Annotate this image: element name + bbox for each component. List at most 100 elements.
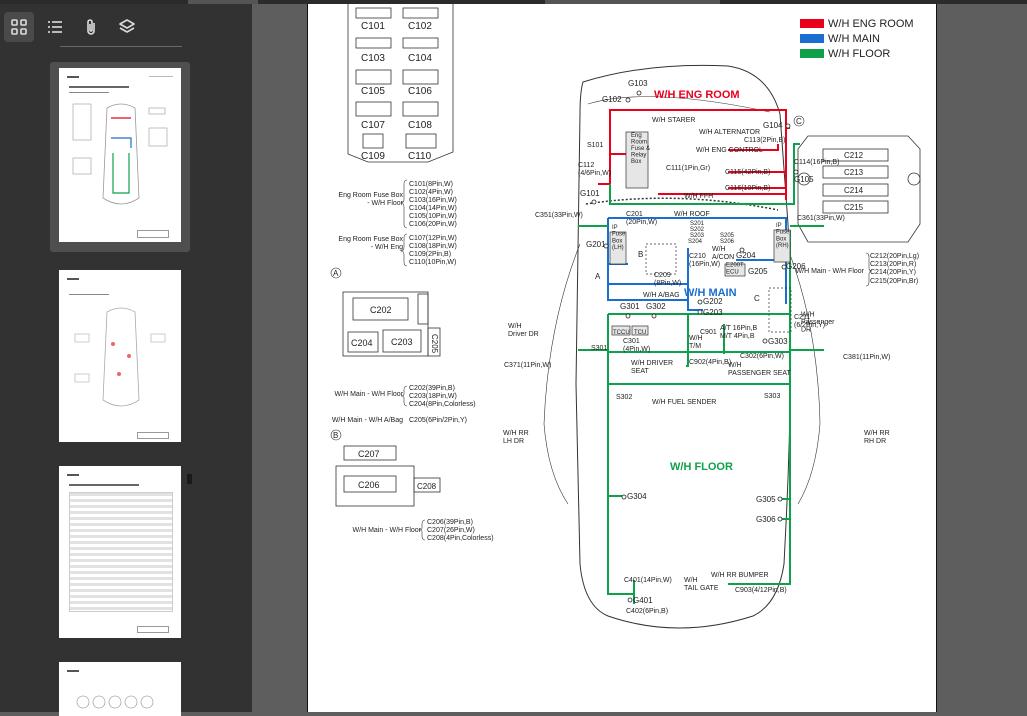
fuse-box-eng-eng: Eng Room Fuse Box - W/H Eng C107(12Pin,W)…	[338, 233, 457, 267]
fuse-box-eng-floor: Eng Room Fuse Box - W/H Floor C101(8Pin,W…	[338, 179, 457, 229]
detail-b-labels: W/H Main - W/H Floor C206(39Pin,B) C207(…	[353, 519, 494, 542]
svg-text:G204: G204	[736, 251, 756, 260]
document-viewer[interactable]: W/H ENG ROOM W/H MAIN W/H FLOOR C101 C10…	[252, 4, 1027, 712]
conn-list-item: C109(2Pin,B)	[409, 251, 451, 258]
svg-text:S301: S301	[591, 345, 607, 352]
svg-text:G401: G401	[633, 596, 653, 605]
svg-text:C205(6Pin/2Pin,Y): C205(6Pin/2Pin,Y)	[409, 417, 467, 424]
svg-text:G103: G103	[628, 79, 648, 88]
legend-swatch-main	[800, 34, 824, 43]
svg-text:G202: G202	[703, 297, 723, 306]
detail-b: B C207 C206 C208	[330, 429, 441, 507]
svg-text:C201(20Pin,W): C201 (20Pin,W)	[626, 211, 657, 226]
conn-label: C110	[408, 151, 432, 162]
conn-label: C102	[408, 21, 432, 32]
grid-icon	[11, 19, 27, 35]
legend-swatch-floor	[800, 49, 824, 58]
svg-text:W/H RRLH DR: W/H RR LH DR	[503, 430, 529, 445]
svg-text:C113(2Pin,B): C113(2Pin,B)	[744, 137, 786, 144]
wiring-diagram: W/H ENG ROOM W/H MAIN W/H FLOOR C101 C10…	[330, 4, 921, 629]
svg-text:W/HDriver DR: W/H Driver DR	[508, 323, 539, 338]
svg-text:W/HTAIL GATE: W/H TAIL GATE	[684, 577, 719, 592]
conn-list-item: C106(20Pin,W)	[409, 221, 457, 228]
svg-text:G201: G201	[586, 240, 606, 249]
svg-text:G101: G101	[580, 189, 600, 198]
svg-text:W/HT/M: W/H T/M	[689, 335, 703, 350]
svg-text:C402(6Pin,B): C402(6Pin,B)	[626, 608, 668, 615]
svg-text:C301(4Pin,W): C301 (4Pin,W)	[623, 338, 650, 353]
svg-text:G304: G304	[627, 492, 647, 501]
attachments-button[interactable]	[76, 12, 106, 42]
svg-text:S302: S302	[616, 394, 632, 401]
svg-text:C381(11Pin,W): C381(11Pin,W)	[843, 354, 890, 361]
conn-label: C106	[408, 86, 432, 97]
svg-text:C207: C207	[358, 449, 380, 459]
svg-text:M/T 4Pin,B: M/T 4Pin,B	[720, 333, 755, 340]
svg-text:G105: G105	[794, 175, 814, 184]
conn-list-item: C105(10Pin,W)	[409, 213, 457, 220]
legend-label-main: W/H MAIN	[828, 33, 880, 45]
svg-text:C205: C205	[430, 334, 439, 354]
svg-text:G104: G104	[763, 121, 783, 130]
thumbnail-page-image	[59, 662, 181, 716]
layers-button[interactable]	[112, 12, 142, 42]
svg-text:W/H STARER: W/H STARER	[652, 117, 695, 124]
svg-text:G203: G203	[703, 308, 723, 317]
svg-text:S206: S206	[720, 239, 735, 245]
svg-text:W/H ENG CONTROL: W/H ENG CONTROL	[696, 147, 763, 154]
svg-text:C361(33Pin,W): C361(33Pin,W)	[797, 215, 845, 222]
conn-list-item: C107(12Pin,W)	[409, 235, 457, 242]
svg-text:C213(20Pin,R): C213(20Pin,R)	[870, 261, 916, 268]
thumbnail-page-image	[59, 68, 181, 242]
svg-text:W/HPASSENGER SEAT: W/H PASSENGER SEAT	[728, 362, 791, 377]
conn-label: C101	[361, 21, 385, 32]
svg-text:W/H DRIVERSEAT: W/H DRIVER SEAT	[631, 360, 673, 375]
conn-list-item: C110(10Pin,W)	[409, 259, 456, 266]
conn-list-item: C102(4Pin,W)	[409, 189, 453, 196]
page-thumbnail[interactable]	[50, 660, 190, 716]
outline-button[interactable]	[40, 12, 70, 42]
svg-text:A/T 16Pin,B: A/T 16Pin,B	[720, 325, 758, 332]
sidebar-divider	[60, 46, 182, 47]
svg-text:C371(11Pin,W): C371(11Pin,W)	[504, 362, 551, 369]
svg-text:C208: C208	[417, 482, 437, 491]
svg-text:C351(33Pin,W): C351(33Pin,W)	[535, 212, 583, 219]
svg-text:C903(4/12Pin,B): C903(4/12Pin,B)	[735, 587, 787, 594]
svg-text:S303: S303	[764, 393, 780, 400]
svg-text:C212(20Pin,Lg): C212(20Pin,Lg)	[870, 253, 919, 260]
svg-text:S204: S204	[688, 239, 703, 245]
pdf-page: W/H ENG ROOM W/H MAIN W/H FLOOR C101 C10…	[307, 4, 937, 712]
svg-text:W/H FUEL SENDER: W/H FUEL SENDER	[652, 399, 716, 406]
svg-text:W/HA/CON: W/H A/CON	[712, 246, 734, 261]
conn-label: C109	[361, 151, 385, 162]
conn-list-item: C104(14Pin,W)	[409, 205, 457, 212]
svg-text:C213: C213	[844, 168, 864, 177]
svg-text:W/H ALTERNATOR: W/H ALTERNATOR	[699, 129, 760, 136]
svg-text:G303: G303	[768, 337, 788, 346]
fuse-box-title: Eng Room Fuse Box - W/H Eng	[338, 236, 403, 251]
svg-text:W/H A/BAG: W/H A/BAG	[643, 292, 680, 299]
diagram-labels: G103 G102 W/H STARER S101 Eng Room Fuse & R…	[503, 79, 890, 615]
svg-text:W/H Main - W/H Floor: W/H Main - W/H Floor	[353, 527, 422, 534]
svg-text:G206: G206	[786, 262, 806, 271]
connector-box-labels: C101 C102 C103 C104 C105 C106 C107 C108 …	[361, 21, 432, 162]
page-thumbnail-selected[interactable]	[50, 62, 190, 252]
page-thumbnail[interactable]	[50, 268, 192, 484]
svg-text:G302: G302	[646, 302, 666, 311]
svg-text:C116(10Pin,B): C116(10Pin,B)	[725, 185, 770, 192]
page-thumbnail[interactable]	[50, 464, 190, 644]
svg-text:W/H RR BUMPER: W/H RR BUMPER	[711, 572, 769, 579]
conn-label: C103	[361, 53, 385, 64]
svg-text:TCCU: TCCU	[613, 330, 630, 336]
detail-c-labels: W/H Main - W/H Floor C212(20Pin,Lg) C213…	[796, 252, 919, 287]
conn-label: C105	[361, 86, 385, 97]
svg-text:A: A	[595, 272, 601, 281]
svg-text:W/H ENG ROOM: W/H ENG ROOM	[654, 89, 740, 101]
svg-text:C111(1Pin,Gr): C111(1Pin,Gr)	[666, 165, 710, 172]
svg-text:C302(6Pin,W): C302(6Pin,W)	[740, 353, 784, 360]
svg-text:C202: C202	[370, 305, 392, 315]
sidebar-toolbar	[0, 10, 252, 46]
svg-text:G102: G102	[602, 95, 622, 104]
thumbnail-sidebar	[0, 4, 252, 716]
thumbnails-button[interactable]	[4, 12, 34, 42]
